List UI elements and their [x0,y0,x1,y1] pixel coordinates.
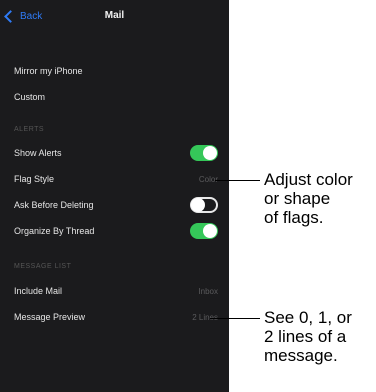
message-list-section-header: Message List [14,263,72,270]
custom-option[interactable]: Custom [14,86,224,108]
flag-callout-line-1: Adjust color [264,170,353,189]
custom-label: Custom [14,92,46,102]
flag-callout-text: Adjust color or shape of flags. [264,170,353,227]
organize-by-thread-toggle[interactable] [190,223,218,239]
message-preview-value: 2 Lines [192,312,218,322]
include-mail-row[interactable]: Include Mail Inbox [14,280,224,302]
organize-by-thread-label: Organize By Thread [14,226,95,236]
include-mail-value: Inbox [198,286,218,296]
ask-before-deleting-label: Ask Before Deleting [14,200,94,210]
preview-callout-line [210,318,260,319]
preview-callout-line-2: 2 lines of a [264,327,347,346]
flag-callout-line-3: of flags. [264,208,324,227]
watch-app-screen: Back Mail Mirror my iPhone Custom Alerts… [0,0,229,392]
toggle-knob [203,146,217,160]
page-title: Mail [104,10,125,21]
flag-callout-line-2: or shape [264,189,331,208]
toggle-knob [191,198,205,212]
flag-style-value: Color [198,174,218,184]
preview-callout-line-1: See 0, 1, or [264,308,352,327]
ask-before-deleting-toggle[interactable] [190,197,218,213]
show-alerts-label: Show Alerts [14,148,62,158]
show-alerts-row: Show Alerts [14,142,224,164]
toggle-knob [203,224,217,238]
preview-callout-text: See 0, 1, or 2 lines of a message. [264,308,352,365]
message-preview-label: Message Preview [14,312,86,322]
message-preview-row[interactable]: Message Preview 2 Lines [14,306,224,328]
flag-style-row[interactable]: Flag Style Color [14,168,224,190]
mirror-iphone-label: Mirror my iPhone [14,66,83,76]
preview-callout-line-3: message. [264,346,338,365]
flag-style-label: Flag Style [14,174,55,184]
organize-by-thread-row: Organize By Thread [14,220,224,242]
flag-callout-line [215,180,260,181]
mirror-iphone-option[interactable]: Mirror my iPhone [14,60,224,82]
alerts-section-header: Alerts [14,126,45,133]
include-mail-label: Include Mail [14,286,63,296]
nav-bar: Back Mail [0,8,229,32]
ask-before-deleting-row: Ask Before Deleting [14,194,224,216]
show-alerts-toggle[interactable] [190,145,218,161]
